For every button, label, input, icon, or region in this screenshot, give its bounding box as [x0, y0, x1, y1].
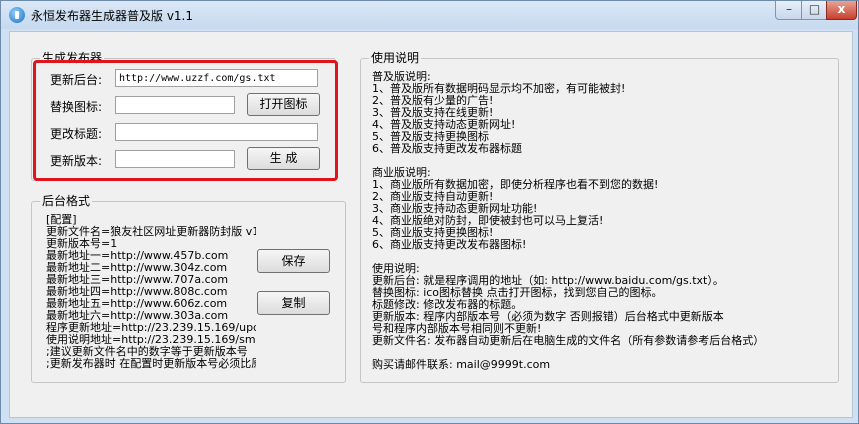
instruction-line: 6、普及版支持更改发布器标题: [372, 142, 522, 155]
minimize-button[interactable]: –: [775, 1, 803, 20]
version-input[interactable]: [115, 150, 235, 168]
instruction-line: 更新文件名: 发布器自动更新后在电脑生成的文件名（所有参数请参考后台格式）: [372, 334, 765, 347]
close-button[interactable]: x: [826, 1, 857, 20]
backend-format-text[interactable]: [配置] 更新文件名=狼友社区网址更新器防封版 v1.exe 更新版本号=1 最…: [46, 214, 256, 376]
app-icon: [9, 7, 25, 23]
instructions-text[interactable]: 普及版说明: 1、普及版所有数据明码显示均不加密，有可能被封! 2、普及版有少量…: [372, 71, 832, 376]
open-icon-button[interactable]: 打开图标: [247, 93, 320, 116]
title-input[interactable]: [115, 123, 318, 141]
app-window: 永恒发布器生成器普及版 v1.1 – □ x 生成发布器 更新后台: http:…: [0, 0, 859, 424]
window-title: 永恒发布器生成器普及版 v1.1: [31, 9, 194, 23]
instruction-line: 6、商业版支持更改发布器图标!: [372, 238, 527, 251]
icon-path-input[interactable]: [115, 96, 235, 114]
instruction-line: 购买请邮件联系: mail@9999t.com: [372, 358, 551, 371]
backend-url-input[interactable]: http://www.uzzf.com/gs.txt: [115, 69, 318, 87]
format-line: ;更新发布器时 在配置时更新版本号必须比原发布器: [46, 357, 256, 370]
version-label: 更新版本:: [50, 154, 103, 168]
instructions-group-title: 使用说明: [369, 51, 422, 65]
backend-label: 更新后台:: [50, 73, 103, 87]
copy-button[interactable]: 复制: [257, 291, 330, 315]
title-label: 更改标题:: [50, 127, 103, 141]
backend-format-group-title: 后台格式: [40, 194, 93, 208]
save-button[interactable]: 保存: [257, 249, 330, 273]
title-bar[interactable]: 永恒发布器生成器普及版 v1.1 – □ x: [1, 1, 858, 29]
icon-label: 替换图标:: [50, 100, 103, 114]
generate-button[interactable]: 生 成: [247, 147, 320, 170]
maximize-button[interactable]: □: [801, 1, 828, 20]
